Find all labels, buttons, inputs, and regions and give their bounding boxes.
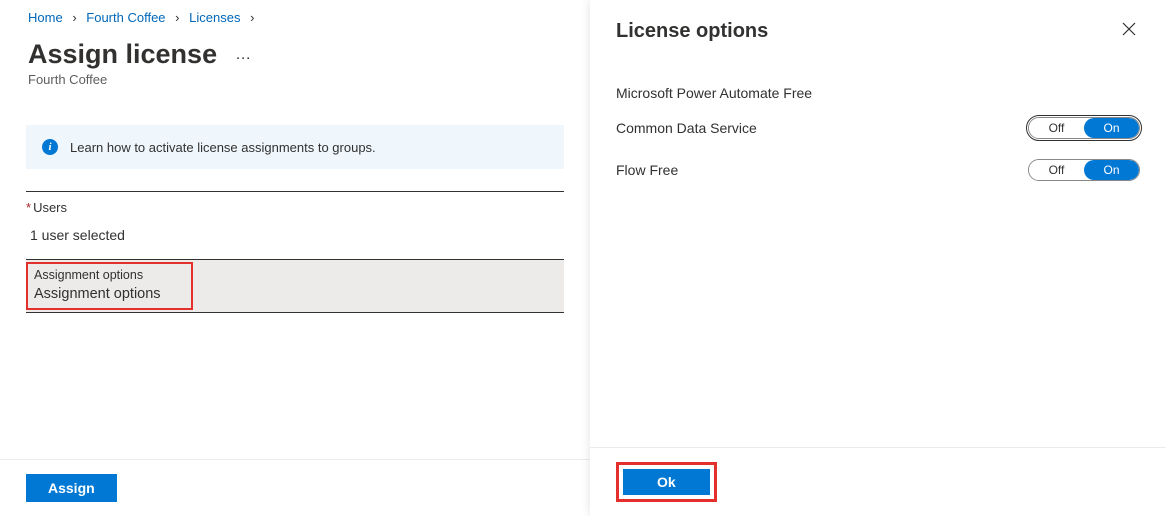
panel-title: License options — [616, 20, 768, 43]
title-row: Assign license … — [0, 35, 590, 70]
toggle-off-side[interactable]: Off — [1029, 160, 1084, 180]
required-star-icon: * — [26, 200, 31, 215]
panel-header: License options — [590, 0, 1166, 45]
license-options-panel: License options Microsoft Power Automate… — [590, 0, 1166, 516]
chevron-right-icon: › — [175, 10, 179, 25]
ok-button[interactable]: Ok — [623, 469, 710, 495]
close-icon[interactable] — [1118, 18, 1140, 45]
toggle-flow[interactable]: Off On — [1028, 159, 1140, 181]
toggle-cds[interactable]: Off On — [1028, 117, 1140, 139]
toggle-off-side[interactable]: Off — [1029, 118, 1084, 138]
option-label: Common Data Service — [616, 120, 757, 136]
assignment-section[interactable]: Assignment options Assignment options — [26, 259, 564, 313]
page-subtitle: Fourth Coffee — [0, 70, 590, 87]
users-value[interactable]: 1 user selected — [26, 223, 564, 253]
product-name: Microsoft Power Automate Free — [616, 85, 1140, 101]
users-label-text: Users — [33, 200, 67, 215]
option-row-cds: Common Data Service Off On — [616, 117, 1140, 139]
breadcrumb-account[interactable]: Fourth Coffee — [86, 10, 165, 25]
assignment-value: Assignment options — [34, 286, 161, 302]
assign-button[interactable]: Assign — [26, 474, 117, 502]
more-menu-icon[interactable]: … — [235, 46, 252, 64]
ok-highlight: Ok — [616, 462, 717, 502]
users-label: *Users — [26, 200, 564, 215]
panel-content: Microsoft Power Automate Free Common Dat… — [590, 45, 1166, 181]
main-panel: Home › Fourth Coffee › Licenses › Assign… — [0, 0, 590, 516]
breadcrumb: Home › Fourth Coffee › Licenses › — [0, 0, 590, 35]
assignment-highlight: Assignment options Assignment options — [26, 262, 193, 310]
users-section: *Users 1 user selected — [26, 191, 564, 253]
breadcrumb-licenses[interactable]: Licenses — [189, 10, 240, 25]
chevron-right-icon: › — [250, 10, 254, 25]
info-icon: i — [42, 139, 58, 155]
option-row-flow: Flow Free Off On — [616, 159, 1140, 181]
info-banner: i Learn how to activate license assignme… — [26, 125, 564, 169]
chevron-right-icon: › — [72, 10, 76, 25]
breadcrumb-home[interactable]: Home — [28, 10, 63, 25]
assignment-label: Assignment options — [34, 268, 161, 282]
panel-footer: Ok — [590, 447, 1166, 516]
toggle-on-side[interactable]: On — [1084, 160, 1139, 180]
page-title: Assign license — [28, 39, 217, 70]
info-text[interactable]: Learn how to activate license assignment… — [70, 140, 376, 155]
option-label: Flow Free — [616, 162, 678, 178]
toggle-on-side[interactable]: On — [1084, 118, 1139, 138]
main-footer: Assign — [0, 459, 590, 516]
